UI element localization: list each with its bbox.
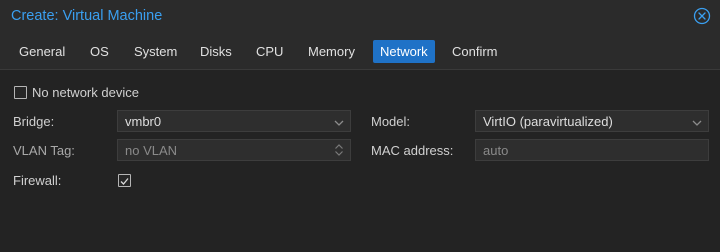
network-panel: No network device Bridge: vmbr0 VLAN Tag… <box>0 70 720 252</box>
tab-confirm[interactable]: Confirm <box>445 40 505 63</box>
vlan-tag-label: VLAN Tag: <box>13 143 75 158</box>
window-title: Create: Virtual Machine <box>11 8 163 24</box>
mac-address-placeholder: auto <box>483 143 509 158</box>
window-titlebar: Create: Virtual Machine <box>0 0 720 34</box>
mac-address-label: MAC address: <box>371 143 454 158</box>
tab-system[interactable]: System <box>127 40 184 63</box>
no-network-device-label: No network device <box>32 85 139 100</box>
no-network-device-checkbox[interactable] <box>14 86 27 99</box>
tab-network[interactable]: Network <box>373 40 435 63</box>
firewall-checkbox[interactable] <box>118 174 131 187</box>
bridge-value: vmbr0 <box>125 114 162 129</box>
vlan-tag-input[interactable]: no VLAN <box>117 139 351 161</box>
model-label: Model: <box>371 114 411 129</box>
bridge-label: Bridge: <box>13 114 55 129</box>
model-value: VirtIO (paravirtualized) <box>483 114 613 129</box>
model-select[interactable]: VirtIO (paravirtualized) <box>475 110 709 132</box>
checkmark-icon <box>120 178 129 185</box>
tab-memory[interactable]: Memory <box>301 40 362 63</box>
vlan-tag-placeholder: no VLAN <box>125 143 178 158</box>
chevron-down-icon[interactable] <box>334 116 344 126</box>
tab-bar: General OS System Disks CPU Memory Netwo… <box>0 34 720 70</box>
spinner-updown-icon[interactable] <box>334 143 344 157</box>
tab-os[interactable]: OS <box>83 40 116 63</box>
tab-general[interactable]: General <box>12 40 72 63</box>
firewall-label: Firewall: <box>13 173 62 188</box>
chevron-down-icon[interactable] <box>692 116 702 126</box>
mac-address-input[interactable]: auto <box>475 139 709 161</box>
bridge-select[interactable]: vmbr0 <box>117 110 351 132</box>
tab-cpu[interactable]: CPU <box>249 40 290 63</box>
close-icon[interactable] <box>693 7 711 25</box>
tab-disks[interactable]: Disks <box>193 40 239 63</box>
